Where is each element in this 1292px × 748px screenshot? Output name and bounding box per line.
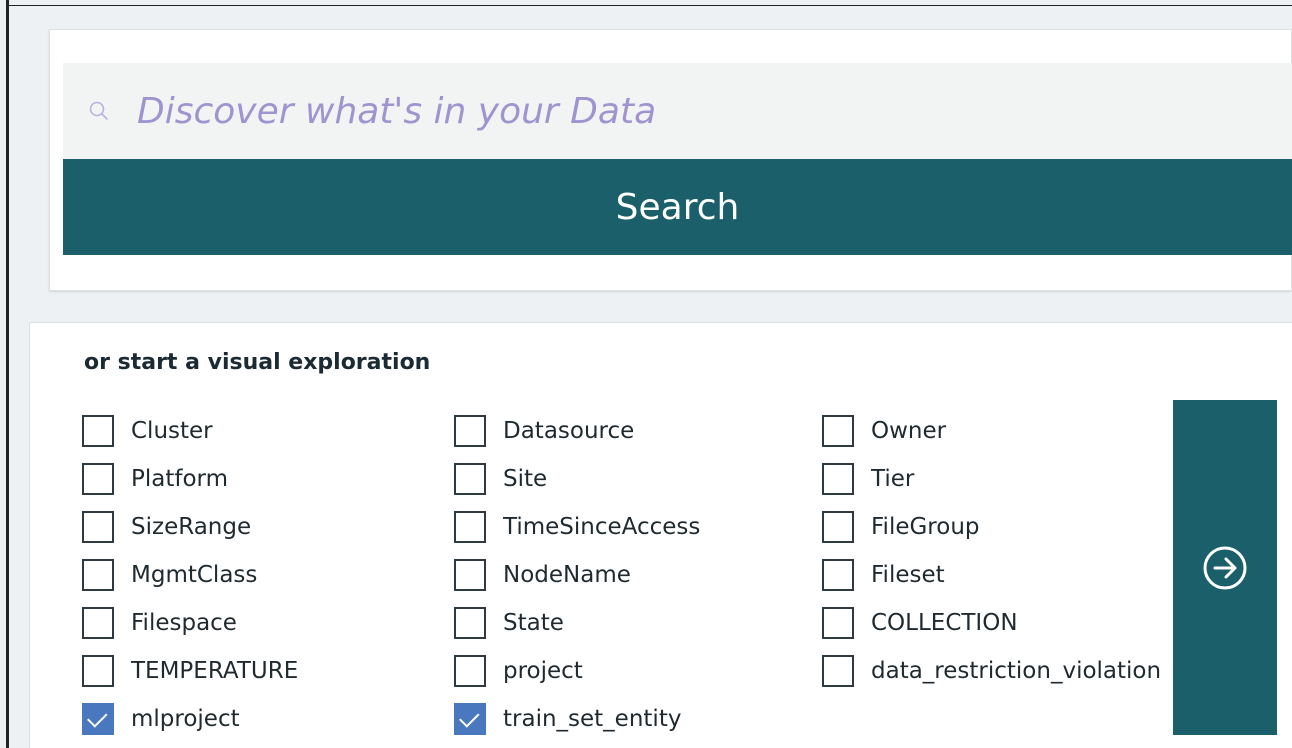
exploration-option[interactable]: Platform [82,459,228,499]
checkbox[interactable] [454,463,486,495]
checkmark-icon [87,706,108,728]
checkbox[interactable] [82,559,114,591]
option-label: Platform [131,466,228,492]
checkmark-icon [459,706,480,728]
option-label: TimeSinceAccess [503,514,701,540]
arrow-right-circle-icon [1203,546,1247,589]
exploration-option[interactable]: Datasource [454,411,634,451]
exploration-option[interactable]: Filespace [82,603,237,643]
option-label: project [503,658,583,684]
option-label: MgmtClass [131,562,258,588]
exploration-option[interactable]: TimeSinceAccess [454,507,700,547]
checkbox[interactable] [822,655,854,687]
search-button[interactable]: Search [63,159,1292,255]
start-exploration-button[interactable] [1173,400,1277,735]
option-label: Site [503,466,548,492]
option-label: State [503,610,564,636]
exploration-option[interactable]: train_set_entity [454,699,681,739]
option-label: Fileset [871,562,945,588]
window-frame-top [6,5,1292,6]
checkbox[interactable] [822,607,854,639]
exploration-option[interactable]: Cluster [82,411,213,451]
checkbox[interactable] [822,415,854,447]
checkbox[interactable] [454,511,486,543]
checkbox[interactable] [82,703,114,735]
exploration-option[interactable]: TEMPERATURE [82,651,298,691]
option-label: Cluster [131,418,213,444]
exploration-option[interactable]: Fileset [822,555,945,595]
option-label: SizeRange [131,514,252,540]
checkbox[interactable] [82,415,114,447]
option-label: Filespace [131,610,237,636]
exploration-option[interactable]: FileGroup [822,507,980,547]
option-label: TEMPERATURE [131,658,299,684]
option-label: mlproject [131,706,240,732]
checkbox[interactable] [82,655,114,687]
option-label: Datasource [503,418,635,444]
option-label: Owner [871,418,947,444]
exploration-heading: or start a visual exploration [84,350,431,375]
search-field[interactable] [63,63,1292,159]
exploration-option[interactable]: data_restriction_violation [822,651,1161,691]
option-label: COLLECTION [871,610,1018,636]
exploration-option[interactable]: Tier [822,459,914,499]
exploration-option[interactable]: mlproject [82,699,240,739]
checkbox[interactable] [82,511,114,543]
exploration-options-column-3: Owner Tier FileGroup Fileset COLLECTION data_… [822,398,1172,718]
checkbox[interactable] [454,655,486,687]
exploration-option[interactable]: COLLECTION [822,603,1018,643]
exploration-option[interactable]: SizeRange [82,507,251,547]
checkbox[interactable] [82,607,114,639]
option-label: data_restriction_violation [871,658,1162,684]
checkbox[interactable] [454,415,486,447]
exploration-option[interactable]: State [454,603,564,643]
checkbox[interactable] [454,607,486,639]
exploration-option[interactable]: Site [454,459,547,499]
option-label: NodeName [503,562,631,588]
window-frame-left [6,0,9,748]
checkbox[interactable] [82,463,114,495]
search-icon [89,101,108,120]
exploration-option[interactable]: project [454,651,583,691]
checkbox[interactable] [822,559,854,591]
checkbox[interactable] [822,463,854,495]
checkbox[interactable] [822,511,854,543]
option-label: FileGroup [871,514,980,540]
checkbox[interactable] [454,703,486,735]
exploration-option[interactable]: MgmtClass [82,555,257,595]
search-input[interactable] [135,89,1292,133]
checkbox[interactable] [454,559,486,591]
exploration-option[interactable]: NodeName [454,555,631,595]
option-label: Tier [871,466,915,492]
option-label: train_set_entity [503,706,682,732]
exploration-option[interactable]: Owner [822,411,946,451]
